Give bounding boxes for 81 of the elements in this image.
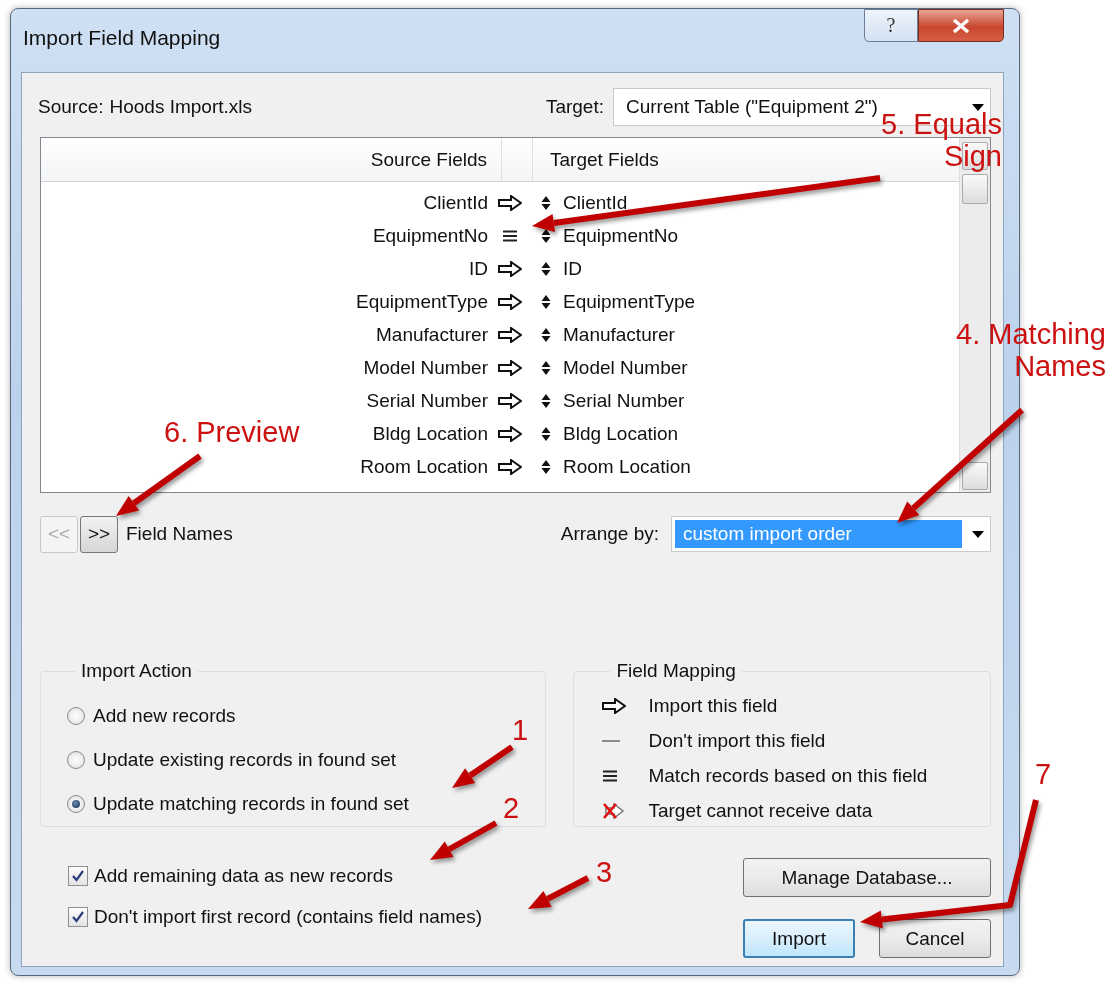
- arrow-icon: [498, 260, 522, 277]
- dropdown-caret-icon: [972, 530, 984, 538]
- target-field[interactable]: Manufacturer: [563, 323, 675, 346]
- annotation-arrow: [452, 744, 514, 788]
- source-field: ClientId: [423, 191, 488, 214]
- annotation-label: 3: [596, 856, 614, 888]
- radio-label: Add new records: [93, 705, 236, 727]
- target-field[interactable]: Serial Number: [563, 389, 685, 412]
- checkbox-label: Don't import first record (contains field names): [94, 905, 482, 928]
- target-field[interactable]: Bldg Location: [563, 422, 679, 445]
- arrange-by-label: Arrange by:: [560, 523, 659, 545]
- legend-label: Target cannot receive data: [648, 799, 873, 822]
- source-field: EquipmentType: [355, 290, 488, 313]
- arrow-icon: [498, 425, 522, 442]
- radio-button[interactable]: [67, 795, 85, 813]
- checkbox-label: Add remaining data as new records: [94, 864, 393, 887]
- annotation-label: 6. Preview: [164, 416, 301, 448]
- arrow-icon: [498, 293, 522, 310]
- equals-icon: [602, 769, 619, 782]
- source-field: Model Number: [363, 356, 488, 379]
- target-field[interactable]: Model Number: [563, 356, 688, 379]
- reorder-handle-icon[interactable]: [541, 195, 551, 210]
- checkbox[interactable]: [68, 906, 88, 927]
- help-button[interactable]: ?: [864, 9, 918, 42]
- next-button[interactable]: >>: [80, 515, 118, 553]
- source-field: EquipmentNo: [372, 224, 488, 247]
- close-icon: [952, 17, 970, 34]
- reorder-handle-icon[interactable]: [541, 327, 551, 342]
- window-title: Import Field Mapping: [23, 25, 221, 50]
- source-label: Source:: [38, 96, 104, 118]
- radio-button[interactable]: [67, 707, 85, 725]
- source-file: Hoods Import.xls: [109, 96, 253, 118]
- target-field[interactable]: ClientId: [563, 191, 628, 214]
- arrow-icon: [498, 392, 522, 409]
- annotation-label: 1: [512, 714, 530, 746]
- equals-icon: [502, 229, 518, 242]
- import-button[interactable]: Import: [743, 919, 855, 958]
- column-header[interactable]: Source Fields: [41, 138, 502, 181]
- target-field[interactable]: EquipmentNo: [563, 224, 679, 247]
- annotation-arrow: [528, 875, 590, 909]
- target-field[interactable]: ID: [563, 257, 582, 280]
- reorder-handle-icon[interactable]: [541, 294, 551, 309]
- arrow-icon: [498, 326, 522, 343]
- radio-label: Update existing records in found set: [93, 749, 397, 771]
- source-field: Serial Number: [366, 389, 488, 412]
- group-title: Import Action: [80, 660, 193, 682]
- source-field: Manufacturer: [376, 323, 488, 346]
- close-button[interactable]: [918, 9, 1004, 42]
- group-title: Field Mapping: [615, 660, 737, 682]
- radio-label: Update matching records in found set: [93, 793, 409, 815]
- target-field[interactable]: Room Location: [563, 455, 691, 478]
- dropdown-caret-icon: [972, 103, 984, 111]
- blocked-arrow-icon: [602, 801, 627, 820]
- manage-database-button[interactable]: Manage Database...: [743, 858, 991, 897]
- annotation-label: 2: [503, 792, 521, 824]
- arrow-icon: [498, 194, 522, 211]
- arrow-icon: [602, 697, 627, 714]
- reorder-handle-icon[interactable]: [541, 261, 551, 276]
- reorder-handle-icon[interactable]: [541, 459, 551, 474]
- annotation-arrow: [430, 820, 498, 860]
- preview-label: Field Names: [126, 523, 233, 545]
- dash-icon: [602, 738, 621, 743]
- radio-button[interactable]: [67, 751, 85, 769]
- reorder-handle-icon[interactable]: [541, 228, 551, 243]
- legend-label: Don't import this field: [648, 729, 826, 752]
- reorder-handle-icon[interactable]: [541, 360, 551, 375]
- reorder-handle-icon[interactable]: [541, 426, 551, 441]
- legend-label: Match records based on this field: [648, 764, 928, 787]
- reorder-handle-icon[interactable]: [541, 393, 551, 408]
- checkbox[interactable]: [68, 865, 88, 886]
- column-header[interactable]: Target Fields: [533, 138, 659, 181]
- arrow-icon: [498, 458, 522, 475]
- target-label: Target:: [545, 96, 604, 118]
- source-field: ID: [469, 257, 488, 280]
- annotation-label: 7: [1035, 758, 1053, 790]
- target-field[interactable]: EquipmentType: [563, 290, 696, 313]
- cancel-button[interactable]: Cancel: [879, 919, 991, 958]
- arrow-icon: [498, 359, 522, 376]
- source-field: Room Location: [360, 455, 488, 478]
- legend-label: Import this field: [648, 694, 778, 717]
- source-field: Bldg Location: [372, 422, 488, 445]
